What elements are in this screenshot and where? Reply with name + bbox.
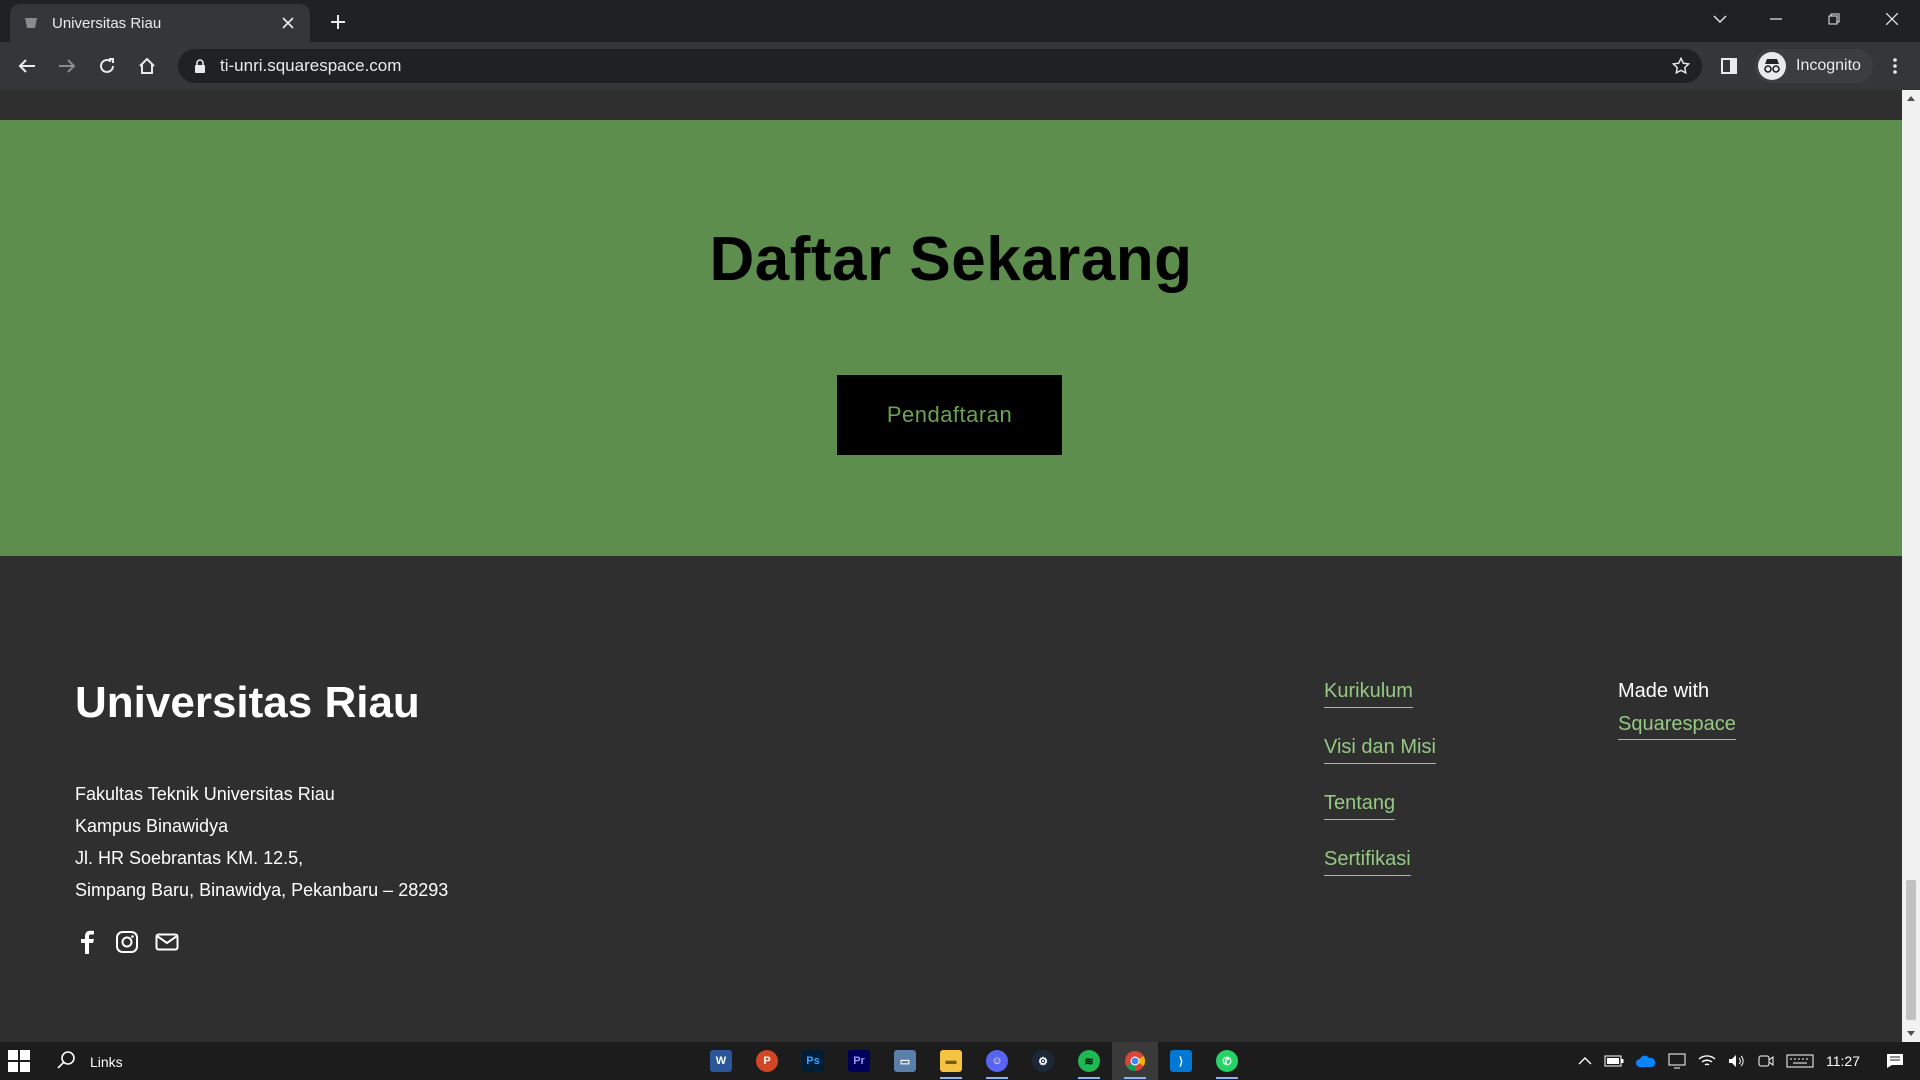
remote-desktop-icon[interactable]: ▭	[882, 1042, 928, 1080]
bookmark-star-icon[interactable]	[1670, 55, 1692, 77]
address-bar[interactable]: ti-unri.squarespace.com	[178, 49, 1702, 83]
lock-icon	[192, 58, 208, 74]
new-tab-button[interactable]	[324, 8, 352, 36]
display-icon[interactable]	[1668, 1053, 1686, 1069]
search-icon	[56, 1050, 76, 1073]
incognito-icon	[1758, 52, 1786, 80]
menu-kebab-icon[interactable]	[1880, 51, 1910, 81]
social-links	[75, 930, 179, 954]
wifi-icon[interactable]	[1698, 1054, 1716, 1068]
taskbar-search[interactable]: Links	[56, 1050, 123, 1073]
taskbar-apps: W P Ps Pr ▭ ▬ ☺ ⚙ ≋ ⟩ ✆	[698, 1042, 1250, 1080]
browser-toolbar: ti-unri.squarespace.com Incognito	[0, 42, 1920, 90]
photoshop-icon[interactable]: Ps	[790, 1042, 836, 1080]
footer-link-visi-misi[interactable]: Visi dan Misi	[1324, 736, 1436, 764]
footer-site-title[interactable]: Universitas Riau	[75, 678, 420, 728]
url-text: ti-unri.squarespace.com	[220, 56, 402, 75]
battery-icon[interactable]	[1604, 1055, 1624, 1067]
tab-title: Universitas Riau	[52, 14, 162, 32]
file-explorer-icon[interactable]: ▬	[928, 1042, 974, 1080]
volume-icon[interactable]	[1728, 1054, 1746, 1068]
page-viewport: Daftar Sekarang Pendaftaran Universitas …	[0, 90, 1902, 1042]
vscode-icon[interactable]: ⟩	[1158, 1042, 1204, 1080]
address-line: Kampus Binawidya	[75, 816, 229, 836]
spotify-icon[interactable]: ≋	[1066, 1042, 1112, 1080]
made-with-label: Made with	[1618, 680, 1710, 702]
steam-icon[interactable]: ⚙	[1020, 1042, 1066, 1080]
forward-arrow-icon[interactable]	[52, 51, 82, 81]
windows-start-icon[interactable]	[8, 1050, 32, 1072]
footer-link-kurikulum[interactable]: Kurikulum	[1324, 680, 1413, 708]
powerpoint-icon[interactable]: P	[744, 1042, 790, 1080]
tab-search-icon[interactable]	[1692, 0, 1748, 38]
restore-icon[interactable]	[1806, 0, 1862, 38]
incognito-profile-button[interactable]: Incognito	[1754, 49, 1873, 83]
address-line: Simpang Baru, Binawidya, Pekanbaru – 282…	[75, 880, 449, 900]
premiere-icon[interactable]: Pr	[836, 1042, 882, 1080]
facebook-icon[interactable]	[75, 930, 99, 954]
whatsapp-icon[interactable]: ✆	[1204, 1042, 1250, 1080]
browser-tab[interactable]: Universitas Riau	[10, 4, 310, 42]
instagram-icon[interactable]	[115, 930, 139, 954]
address-line: Fakultas Teknik Universitas Riau	[75, 784, 335, 804]
discord-icon[interactable]: ☺	[974, 1042, 1020, 1080]
minimize-icon[interactable]	[1748, 0, 1804, 38]
scrollbar-thumb[interactable]	[1906, 880, 1916, 1020]
onedrive-cloud-icon[interactable]	[1636, 1054, 1656, 1068]
notifications-icon[interactable]	[1886, 1053, 1904, 1069]
close-tab-icon[interactable]	[278, 13, 298, 33]
page-scrollbar[interactable]	[1902, 90, 1920, 1042]
side-panel-icon[interactable]	[1714, 51, 1744, 81]
search-label: Links	[90, 1053, 123, 1070]
chrome-icon[interactable]	[1112, 1042, 1158, 1080]
tab-strip: Universitas Riau	[0, 0, 1920, 42]
reload-icon[interactable]	[92, 51, 122, 81]
profile-label: Incognito	[1796, 57, 1861, 74]
address-line: Jl. HR Soebrantas KM. 12.5,	[75, 848, 304, 868]
made-with-block: Made with Squarespace	[1618, 680, 1736, 740]
meet-now-icon[interactable]	[1758, 1054, 1774, 1068]
footer-address: Fakultas Teknik Universitas Riau Kampus …	[75, 778, 448, 906]
footer-nav: Kurikulum Visi dan Misi Tentang Sertifik…	[1324, 680, 1436, 904]
email-icon[interactable]	[155, 930, 179, 954]
taskbar-clock[interactable]: 11:27	[1826, 1053, 1860, 1069]
cta-heading: Daftar Sekarang	[709, 225, 1193, 294]
site-favicon-icon	[22, 14, 40, 32]
scroll-down-icon[interactable]	[1902, 1025, 1920, 1042]
cta-section: Daftar Sekarang Pendaftaran	[0, 120, 1902, 556]
keyboard-icon[interactable]	[1786, 1054, 1814, 1068]
pendaftaran-button[interactable]: Pendaftaran	[837, 375, 1062, 455]
chevron-up-icon[interactable]	[1578, 1057, 1592, 1065]
home-icon[interactable]	[132, 51, 162, 81]
scroll-up-icon[interactable]	[1902, 90, 1920, 107]
close-window-icon[interactable]	[1864, 0, 1920, 38]
taskbar: Links W P Ps Pr ▭ ▬ ☺ ⚙ ≋ ⟩ ✆ 11:27	[0, 1042, 1920, 1080]
system-tray: 11:27	[1572, 1042, 1920, 1080]
back-arrow-icon[interactable]	[12, 51, 42, 81]
word-icon[interactable]: W	[698, 1042, 744, 1080]
footer-link-sertifikasi[interactable]: Sertifikasi	[1324, 848, 1411, 876]
footer-link-tentang[interactable]: Tentang	[1324, 792, 1396, 820]
squarespace-link[interactable]: Squarespace	[1618, 713, 1736, 740]
